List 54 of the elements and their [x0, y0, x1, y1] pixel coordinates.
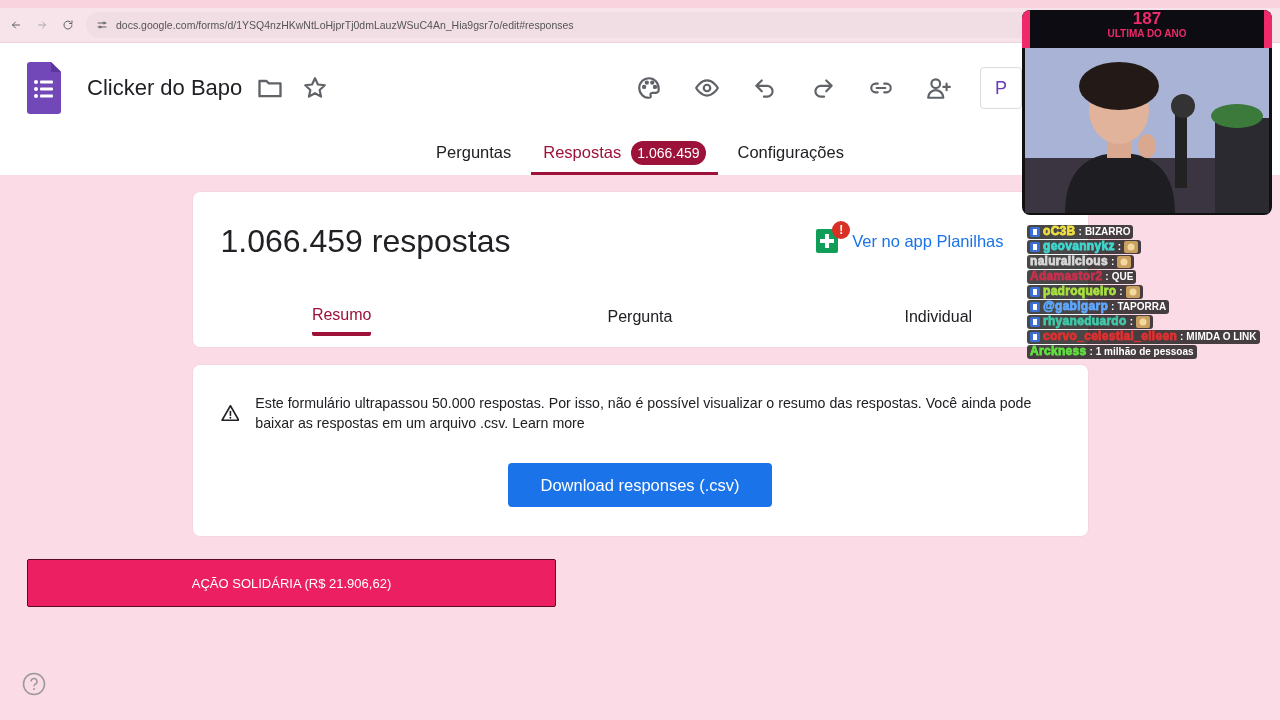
forms-logo-icon[interactable]: [27, 62, 61, 114]
chat-message: TAPORRA: [1117, 301, 1167, 313]
view-tab[interactable]: Individual: [904, 287, 973, 347]
emote-icon: [1124, 240, 1139, 253]
chat-username: rhyaneduardo: [1043, 315, 1127, 329]
star-icon[interactable]: [302, 75, 329, 101]
open-sheets-link[interactable]: Ver no app Planilhas: [852, 231, 1004, 251]
add-person-icon[interactable]: [926, 75, 952, 101]
chat-username: padroqueiro: [1043, 285, 1117, 299]
response-count-badge: 1.066.459: [631, 140, 706, 165]
download-button[interactable]: Download responses (.csv): [508, 463, 772, 507]
chat-separator: :: [1129, 316, 1133, 328]
chat-separator: :: [1111, 301, 1115, 313]
form-title: Clicker do Bapo: [87, 75, 243, 101]
chat-username: oC3B: [1043, 225, 1076, 239]
palette-icon[interactable]: [636, 75, 662, 101]
tab[interactable]: Configurações: [725, 133, 856, 175]
learn-more-link[interactable]: Learn more: [512, 415, 585, 431]
site-settings-icon[interactable]: [96, 19, 108, 31]
chat-username: geovannykz: [1043, 240, 1115, 254]
chat-username: Adamastor2: [1030, 270, 1103, 284]
back-icon[interactable]: [10, 19, 22, 31]
alert-badge: !: [832, 221, 851, 239]
notice-text: Este formulário ultrapassou 50.000 respostas. Por isso, não é possível visualizar o resumo das respostas. Você ainda pode baixar as respostas em um arquivo .csv. Learn more: [255, 394, 1033, 433]
emote-icon: [1135, 315, 1150, 328]
spreadsheet-icon[interactable]: [816, 229, 839, 253]
chat-separator: :: [1119, 286, 1123, 298]
chat-message: QUE: [1111, 271, 1134, 283]
tab[interactable]: Respostas 1.066.459: [531, 133, 718, 175]
chat-separator: :: [1089, 346, 1093, 358]
chat-message: 1 milhão de pessoas: [1095, 346, 1194, 358]
chat-message: MIMDA O LINK: [1186, 331, 1257, 343]
chat-username: corvo_celestial_eileen: [1043, 330, 1177, 344]
emote-icon: [1125, 285, 1140, 298]
chat-username: @gabigarp: [1043, 300, 1109, 314]
reload-icon[interactable]: [62, 19, 74, 31]
chat-separator: :: [1078, 226, 1082, 238]
url-text: docs.google.com/forms/d/1YSQ4nzHKwNtLoHjprTj0dmLauzWSuC4An_Hia9gsr7o/edit#responses: [116, 19, 574, 31]
view-tab[interactable]: Resumo: [311, 287, 372, 347]
donation-button[interactable]: AÇÃO SOLIDÁRIA (R$ 21.906,62): [27, 559, 556, 607]
chat-separator: :: [1105, 271, 1109, 283]
counter-text: 187: [1132, 10, 1162, 28]
publish-button[interactable]: P: [980, 67, 1022, 109]
overlay-caption: ULTIMA DO ANO: [1107, 28, 1187, 39]
chat-username: naluralicious: [1030, 255, 1108, 269]
tab[interactable]: Perguntas: [424, 133, 524, 175]
response-total: 1.066.459 respostas: [220, 222, 511, 260]
emote-icon: [1117, 255, 1132, 268]
chat-separator: :: [1180, 331, 1184, 343]
view-tab[interactable]: Pergunta: [607, 287, 673, 347]
chat-separator: :: [1117, 241, 1122, 253]
chat-username: Arckness: [1030, 345, 1087, 359]
chat-message: BIZARRO: [1084, 226, 1131, 238]
chat-separator: :: [1110, 256, 1115, 268]
